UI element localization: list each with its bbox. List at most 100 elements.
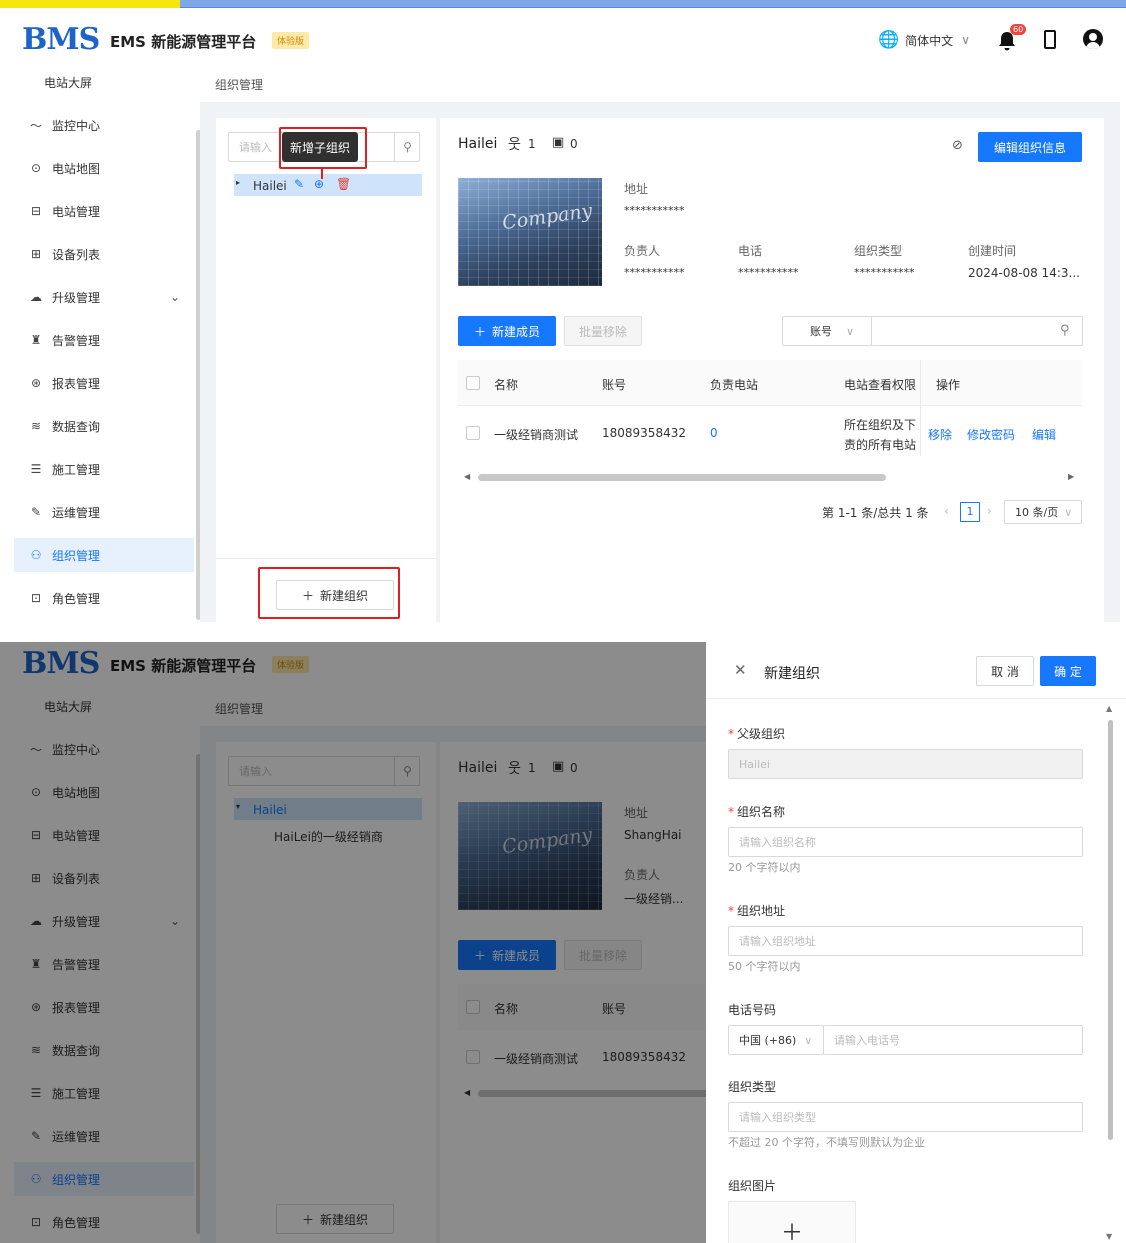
station-icon: ▣ — [552, 135, 565, 150]
sidebar-item-label: 施工管理 — [52, 462, 101, 477]
tree-node-label: Hailei — [253, 179, 287, 193]
sidebar-item-2[interactable]: ⊙ 电站地图 — [14, 151, 194, 185]
row-account: 18089358432 — [602, 426, 686, 440]
notification-bell[interactable]: 60 — [998, 24, 1027, 51]
top-strip — [0, 0, 1126, 8]
station-count: 0 — [570, 137, 578, 151]
breadcrumb: 组织管理 — [215, 78, 264, 92]
sidebar-item-label: 设备列表 — [52, 247, 101, 262]
scroll-right-icon[interactable]: ▶ — [1068, 472, 1074, 481]
cancel-button[interactable]: 取 消 — [976, 656, 1034, 686]
owner-value: *********** — [624, 266, 685, 279]
filter-field-select[interactable]: 账号 ∨ — [782, 316, 872, 346]
screenshot-panel-1: BMS EMS 新能源管理平台 体验版 🌐 简体中文 ∨ 60 电站大屏〜监控中… — [0, 10, 1126, 622]
alarm-icon: ♜ — [30, 333, 42, 347]
sidebar-item-3[interactable]: ⊟ 电站管理 — [14, 194, 194, 228]
search-icon[interactable]: ⚲ — [1060, 323, 1070, 338]
user-avatar-icon[interactable] — [1083, 29, 1103, 49]
org-image-label: 组织图片 — [728, 1179, 777, 1193]
created-value: 2024-08-08 14:3... — [968, 266, 1080, 280]
drawer-scrollbar[interactable] — [1108, 720, 1113, 1140]
trend-icon: 〜 — [29, 118, 42, 133]
hide-eye-icon[interactable]: ⊘ — [952, 138, 963, 153]
prev-page-icon[interactable]: ‹ — [944, 504, 949, 518]
chevron-down-icon: ∨ — [845, 324, 855, 338]
mobile-icon[interactable] — [1044, 30, 1056, 49]
sidebar-item-4[interactable]: ⊞ 设备列表 — [14, 237, 194, 271]
chevron-down-icon: ∨ — [961, 33, 970, 47]
scroll-up-icon[interactable]: ▲ — [1106, 704, 1112, 713]
sidebar: 电站大屏〜监控中心 ⊙ 电站地图 ⊟ 电站管理 ⊞ 设备列表 ☁ 升级管理 ⌄ ♜ 告警管理 ⊛ 报表管理… — [14, 65, 194, 622]
upgrade-icon: ☁ — [30, 290, 42, 304]
sidebar-item-label: 监控中心 — [52, 118, 101, 133]
org-address-label: * 组织地址 — [728, 904, 786, 918]
sidebar-item-9[interactable]: ☰ 施工管理 — [14, 452, 194, 486]
sidebar-item-label: 电站大屏 — [44, 75, 93, 90]
trial-badge: 体验版 — [272, 32, 310, 49]
platform-title: EMS 新能源管理平台 — [110, 33, 257, 51]
sidebar-item-1[interactable]: 〜监控中心 — [14, 108, 194, 142]
page-size-select[interactable]: 10 条/页 ∨ — [1004, 500, 1082, 524]
col-account: 账号 — [602, 378, 627, 392]
sidebar-item-8[interactable]: ≋ 数据查询 — [14, 409, 194, 443]
org-name-label: * 组织名称 — [728, 805, 786, 819]
sidebar-item-10[interactable]: ✎ 运维管理 — [14, 495, 194, 529]
close-icon[interactable]: ✕ — [734, 661, 747, 679]
row-permission-line2: 责的所有电站 — [844, 438, 917, 452]
scroll-down-icon[interactable]: ▼ — [1106, 1232, 1112, 1241]
report-icon: ⊛ — [30, 376, 42, 390]
col-stations: 负责电站 — [710, 378, 759, 392]
modal-overlay[interactable] — [0, 642, 706, 1243]
sidebar-item-label: 组织管理 — [52, 548, 101, 563]
row-checkbox[interactable] — [466, 426, 480, 440]
table-header — [458, 360, 1082, 406]
edit-icon[interactable]: ✎ — [294, 177, 304, 191]
phone-value: *********** — [738, 266, 799, 279]
select-all-checkbox[interactable] — [466, 376, 480, 390]
phone-input[interactable]: 请输入电话号 — [823, 1025, 1083, 1055]
org-address-hint: 50 个字符以内 — [728, 960, 801, 973]
annotation-box-new-org — [258, 567, 400, 619]
delete-icon[interactable]: 🗑 — [336, 177, 351, 191]
member-search-input[interactable] — [871, 316, 1083, 346]
search-icon[interactable]: ⚲ — [394, 132, 420, 162]
batch-remove-button[interactable]: 批量移除 — [564, 316, 642, 346]
role-icon: ⊡ — [30, 591, 42, 605]
owner-label: 负责人 — [624, 244, 661, 258]
sidebar-item-5[interactable]: ☁ 升级管理 ⌄ — [14, 280, 194, 314]
sidebar-item-11[interactable]: ⚇ 组织管理 — [14, 538, 194, 572]
add-child-icon[interactable]: ⊕ — [314, 177, 324, 191]
sidebar-item-label: 电站管理 — [52, 204, 101, 219]
page-1-button[interactable]: 1 — [960, 502, 980, 522]
sidebar-item-12[interactable]: ⊡ 角色管理 — [14, 581, 194, 615]
construction-icon: ☰ — [30, 462, 42, 476]
sidebar-item-7[interactable]: ⊛ 报表管理 — [14, 366, 194, 400]
remove-link[interactable]: 移除 — [928, 426, 952, 443]
change-password-link[interactable]: 修改密码 — [967, 426, 1015, 443]
phone-code-select[interactable]: 中国 (+86) ∨ — [728, 1025, 824, 1055]
map-pin-icon: ⊙ — [30, 161, 42, 175]
caret-right-icon[interactable]: ▸ — [236, 178, 240, 187]
row-stations[interactable]: 0 — [710, 426, 718, 440]
sidebar-item-label: 角色管理 — [52, 591, 101, 606]
sidebar-item-6[interactable]: ♜ 告警管理 — [14, 323, 194, 357]
org-address-input[interactable]: 请输入组织地址 — [728, 926, 1083, 956]
new-member-button[interactable]: ＋新建成员 — [458, 316, 556, 346]
org-icon: ⚇ — [30, 548, 42, 562]
language-selector[interactable]: 🌐 简体中文 ∨ — [878, 30, 970, 50]
edit-link[interactable]: 编辑 — [1032, 426, 1056, 443]
station-icon: ⊟ — [30, 204, 42, 218]
annotation-box-tooltip — [279, 127, 367, 169]
sidebar-item-label: 升级管理 — [52, 290, 101, 305]
org-name-input[interactable]: 请输入组织名称 — [728, 827, 1083, 857]
edit-org-button[interactable]: 编辑组织信息 — [978, 132, 1082, 162]
org-type-input[interactable]: 请输入组织类型 — [728, 1102, 1083, 1132]
horizontal-scrollbar[interactable] — [478, 474, 886, 481]
image-upload-box[interactable]: ＋ — [728, 1201, 856, 1243]
confirm-button[interactable]: 确 定 — [1040, 656, 1096, 686]
sidebar-item-label: 报表管理 — [52, 376, 101, 391]
sidebar-item-0[interactable]: 电站大屏 — [14, 65, 194, 99]
col-name: 名称 — [494, 378, 519, 392]
scroll-left-icon[interactable]: ◀ — [464, 472, 470, 481]
next-page-icon[interactable]: › — [987, 504, 992, 518]
